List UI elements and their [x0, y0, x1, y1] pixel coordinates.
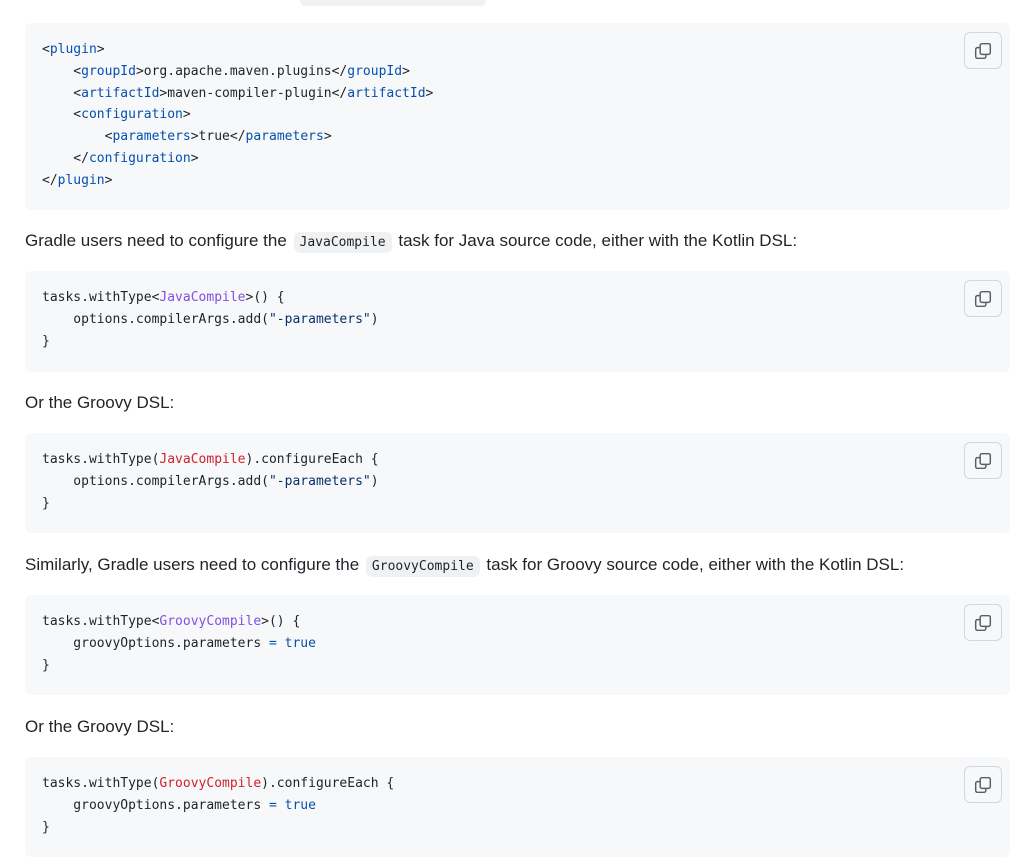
copy-button[interactable] [964, 442, 1002, 479]
copy-button[interactable] [964, 280, 1002, 317]
code-block-kotlin-java: tasks.withType<JavaCompile>() { options.… [25, 271, 1010, 372]
code-block-kotlin-groovy: tasks.withType<GroovyCompile>() { groovy… [25, 595, 1010, 695]
code-block-groovy-java: tasks.withType(JavaCompile).configureEac… [25, 433, 1010, 533]
copy-button[interactable] [964, 604, 1002, 641]
code-block-groovy-groovy: tasks.withType(GroovyCompile).configureE… [25, 757, 1010, 857]
inline-code-javacompile: JavaCompile [293, 232, 392, 253]
copy-icon [974, 776, 992, 793]
code-block-maven: <plugin> <groupId>org.apache.maven.plugi… [25, 23, 1010, 210]
copy-icon [974, 452, 992, 469]
paragraph-groovy-dsl-1: Or the Groovy DSL: [25, 393, 175, 412]
code-kotlin-java: tasks.withType<JavaCompile>() { options.… [42, 290, 379, 349]
inline-code-fragment [300, 0, 486, 6]
copy-icon [974, 290, 992, 307]
paragraph-kotlin-groovy: Similarly, Gradle users need to configur… [25, 553, 904, 579]
copy-button[interactable] [964, 766, 1002, 803]
paragraph-groovy-dsl-2: Or the Groovy DSL: [25, 717, 175, 736]
inline-code-groovycompile: GroovyCompile [365, 556, 480, 577]
code-groovy-java: tasks.withType(JavaCompile).configureEac… [42, 452, 379, 511]
copy-button[interactable] [964, 32, 1002, 69]
code-groovy-groovy: tasks.withType(GroovyCompile).configureE… [42, 776, 395, 835]
copy-icon [974, 614, 992, 631]
copy-icon [974, 42, 992, 59]
paragraph-kotlin-java: Gradle users need to configure the JavaC… [25, 229, 797, 255]
code-kotlin-groovy: tasks.withType<GroovyCompile>() { groovy… [42, 614, 316, 673]
code-maven: <plugin> <groupId>org.apache.maven.plugi… [42, 42, 434, 188]
